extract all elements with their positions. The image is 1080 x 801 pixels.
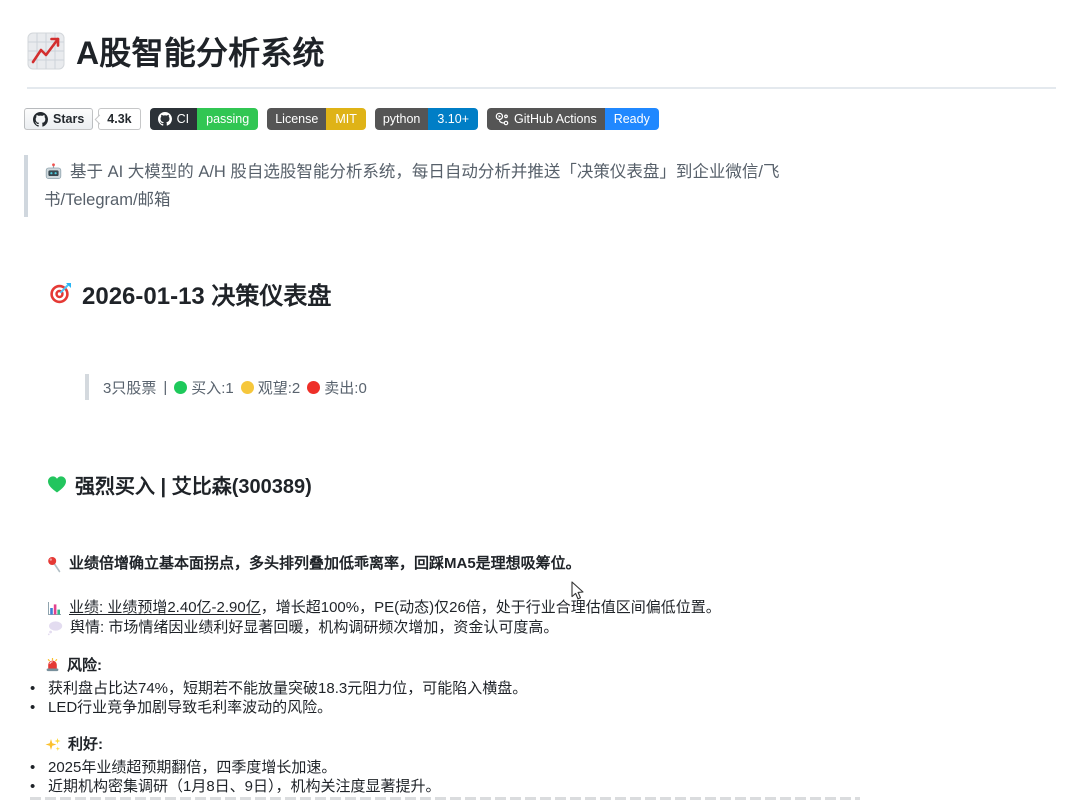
positives-title: 利好: bbox=[68, 735, 103, 755]
stock-heading-text: 强烈买入 | 艾比森(300389) bbox=[75, 470, 312, 499]
fundamental-line: 业绩: 业绩预增2.40亿-2.90亿，增长超100%，PE(动态)仅26倍，处… bbox=[47, 598, 721, 618]
positive-item: 2025年业绩超预期翻倍，四季度增长加速。 bbox=[29, 758, 441, 778]
license-badge[interactable]: License MIT bbox=[267, 108, 366, 130]
summary-watch-label: 观望:2 bbox=[258, 377, 301, 398]
positives-block: 利好: 2025年业绩超预期翻倍，四季度增长加速。 近期机构密集调研（1月8日、… bbox=[29, 735, 441, 797]
stars-count: 4.3k bbox=[98, 108, 140, 130]
python-badge[interactable]: python 3.10+ bbox=[375, 108, 478, 130]
badges-row: Stars 4.3k CI passing License MIT python bbox=[24, 108, 659, 130]
github-actions-badge-label: GitHub Actions bbox=[514, 108, 597, 130]
sentiment-text: 舆情: 市场情绪因业绩利好显著回暖，机构调研频次增加，资金认可度高。 bbox=[70, 618, 558, 638]
summary-buy: 买入:1 bbox=[174, 377, 234, 398]
ci-badge-label: CI bbox=[177, 108, 190, 130]
green-heart-icon bbox=[47, 475, 67, 494]
title-divider bbox=[27, 87, 1056, 89]
ci-badge-value: passing bbox=[197, 108, 258, 130]
dashboard-heading: 2026-01-13 决策仪表盘 bbox=[49, 276, 331, 311]
risks-header: 风险: bbox=[45, 656, 527, 676]
positives-list: 2025年业绩超预期翻倍，四季度增长加速。 近期机构密集调研（1月8日、9日），… bbox=[29, 758, 441, 797]
positive-item: 近期机构密集调研（1月8日、9日），机构关注度显著提升。 bbox=[29, 777, 441, 797]
risks-title: 风险: bbox=[67, 656, 102, 676]
summary-watch: 观望:2 bbox=[241, 377, 301, 398]
github-icon bbox=[33, 112, 48, 127]
github-actions-badge-value: Ready bbox=[605, 108, 659, 130]
pushpin-icon bbox=[47, 556, 62, 573]
sentiment-line: 舆情: 市场情绪因业绩利好显著回暖，机构调研频次增加，资金认可度高。 bbox=[47, 618, 558, 638]
target-icon bbox=[49, 282, 72, 305]
fundamental-underlined-text: 业绩: 业绩预增2.40亿-2.90亿 bbox=[69, 599, 261, 616]
robot-icon bbox=[44, 163, 63, 181]
summary-buy-label: 买入:1 bbox=[191, 377, 234, 398]
thought-balloon-icon bbox=[47, 620, 63, 636]
license-badge-value: MIT bbox=[326, 108, 366, 130]
bar-chart-icon bbox=[47, 601, 62, 616]
intro-text-line-2: 书/Telegram/邮箱 bbox=[44, 186, 171, 214]
thesis-line: 业绩倍增确立基本面拐点，多头排列叠加低乖离率，回踩MA5是理想吸筹位。 bbox=[47, 554, 581, 574]
page-header: A股智能分析系统 bbox=[27, 28, 325, 74]
github-icon bbox=[158, 112, 172, 126]
green-circle-icon bbox=[174, 381, 187, 394]
fundamental-rest-text: ，增长超100%，PE(动态)仅26倍，处于行业合理估值区间偏低位置。 bbox=[261, 599, 721, 616]
intro-text-line-1: 基于 AI 大模型的 A/H 股自选股智能分析系统，每日自动分析并推送「决策仪表… bbox=[70, 158, 780, 186]
red-circle-icon bbox=[307, 381, 320, 394]
police-light-icon bbox=[45, 658, 60, 673]
intro-blockquote: 基于 AI 大模型的 A/H 股自选股智能分析系统，每日自动分析并推送「决策仪表… bbox=[24, 155, 780, 217]
risks-block: 风险: 获利盘占比达74%，短期若不能放量突破18.3元阻力位，可能陷入横盘。 … bbox=[29, 656, 527, 718]
clipped-bottom-line bbox=[30, 797, 860, 800]
page-title: A股智能分析系统 bbox=[76, 28, 325, 74]
license-badge-label: License bbox=[275, 108, 318, 130]
stars-label: Stars bbox=[53, 112, 84, 126]
dashboard-heading-text: 2026-01-13 决策仪表盘 bbox=[82, 276, 331, 311]
stars-badge[interactable]: Stars 4.3k bbox=[24, 108, 141, 130]
risks-list: 获利盘占比达74%，短期若不能放量突破18.3元阻力位，可能陷入横盘。 LED行… bbox=[29, 679, 527, 718]
chart-increasing-icon bbox=[27, 32, 65, 70]
summary-sell: 卖出:0 bbox=[307, 377, 367, 398]
ci-badge[interactable]: CI passing bbox=[150, 108, 259, 130]
summary-sell-label: 卖出:0 bbox=[324, 377, 367, 398]
readme-page: A股智能分析系统 Stars 4.3k CI passing bbox=[0, 0, 1080, 801]
summary-blockquote: 3只股票 | 买入:1 观望:2 卖出:0 bbox=[85, 374, 367, 400]
sparkles-icon bbox=[45, 737, 61, 753]
github-actions-icon bbox=[495, 112, 509, 126]
python-badge-label: python bbox=[383, 108, 421, 130]
python-badge-value: 3.10+ bbox=[428, 108, 478, 130]
github-actions-badge[interactable]: GitHub Actions Ready bbox=[487, 108, 659, 130]
summary-separator: | bbox=[163, 379, 167, 396]
stock-count: 3只股票 bbox=[103, 377, 156, 398]
risk-item: 获利盘占比达74%，短期若不能放量突破18.3元阻力位，可能陷入横盘。 bbox=[29, 679, 527, 699]
yellow-circle-icon bbox=[241, 381, 254, 394]
thesis-text: 业绩倍增确立基本面拐点，多头排列叠加低乖离率，回踩MA5是理想吸筹位。 bbox=[69, 554, 581, 574]
stock-heading: 强烈买入 | 艾比森(300389) bbox=[47, 470, 312, 499]
risk-item: LED行业竞争加剧导致毛利率波动的风险。 bbox=[29, 698, 527, 718]
positives-header: 利好: bbox=[45, 735, 441, 755]
